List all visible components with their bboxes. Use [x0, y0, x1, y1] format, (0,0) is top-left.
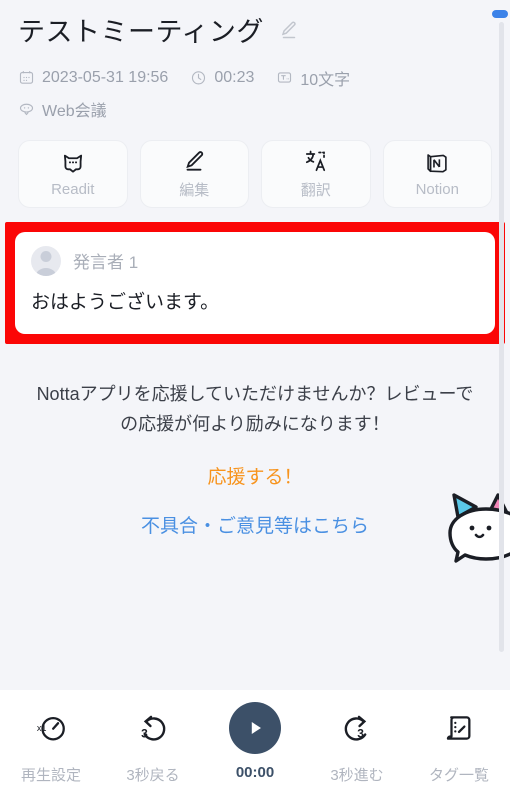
transcript-card[interactable]: 発言者 1 おはようございます。: [15, 231, 495, 335]
translate-button[interactable]: 翻訳: [261, 139, 371, 208]
playback-speed-icon: x1: [34, 704, 68, 752]
title-row: テストミーティング: [18, 16, 492, 50]
feedback-link[interactable]: 不具合・ご意見等はこちら: [36, 511, 474, 538]
transcript-text: おはようございます。: [31, 291, 220, 313]
playback-time: 00:00: [235, 764, 275, 781]
meta-charcount: 10文字: [276, 66, 350, 90]
tag-list-button[interactable]: タグ一覧: [411, 704, 507, 785]
user-avatar-icon: [31, 245, 61, 276]
web-meeting-icon: [18, 100, 35, 117]
forward-3s-label: 3秒進む: [330, 767, 384, 784]
svg-text:3: 3: [141, 726, 148, 740]
edit-button[interactable]: 編集: [139, 139, 249, 208]
meta-duration-text: 00:23: [214, 68, 255, 86]
notion-button[interactable]: Notion: [382, 139, 492, 208]
pencil-edit-icon: [181, 148, 207, 174]
translate-icon: [303, 148, 329, 174]
meta-date: 2023-05-31 19:56: [18, 69, 168, 87]
meta-source-text: Web会議: [42, 102, 107, 120]
content-scroll-area[interactable]: テストミーティング 2023-05-31 19:56 00:23 10文字 We…: [0, 0, 510, 690]
action-button-row: Readit 編集 翻訳 Notion: [0, 128, 510, 222]
playback-speed-button[interactable]: x1 再生設定: [3, 704, 99, 785]
edit-button-label: 編集: [179, 181, 210, 199]
meta-charcount-text: 10文字: [300, 71, 351, 89]
player-toolbar: x1 再生設定 3 3秒戻る 00:00 3 3秒進む タグ一覧: [0, 690, 510, 801]
meta-duration: 00:23: [190, 69, 254, 87]
support-app-link[interactable]: 応援する！: [36, 462, 474, 489]
meta-date-text: 2023-05-31 19:56: [42, 68, 169, 86]
annotation-highlight-box: 発言者 1 おはようございます。: [5, 221, 505, 345]
rewind-3s-button[interactable]: 3 3秒戻る: [105, 704, 201, 785]
header: テストミーティング 2023-05-31 19:56 00:23 10文字 We…: [0, 0, 510, 128]
play-button[interactable]: 00:00: [207, 702, 303, 781]
rewind-3s-label: 3秒戻る: [126, 767, 180, 784]
forward-3s-button[interactable]: 3 3秒進む: [309, 704, 405, 785]
notion-icon: [424, 150, 450, 176]
tag-list-icon: [442, 704, 476, 752]
tag-list-label: タグ一覧: [428, 767, 489, 784]
promo-message: Nottaアプリを応援していただけませんか？レビューでの応援が何より励みになりま…: [36, 384, 474, 435]
cat-face-icon: [60, 150, 86, 176]
calendar-icon: [18, 69, 35, 86]
scrollbar-thumb[interactable]: [492, 10, 508, 18]
app-root: テストミーティング 2023-05-31 19:56 00:23 10文字 We…: [0, 0, 510, 801]
translate-button-label: 翻訳: [300, 181, 331, 199]
text-count-icon: [276, 69, 293, 86]
meta-source: Web会議: [18, 97, 107, 121]
forward-3s-icon: 3: [340, 704, 374, 752]
speaker-row: 発言者 1: [31, 245, 479, 276]
scrollbar-track[interactable]: [499, 22, 504, 652]
svg-text:3: 3: [357, 726, 364, 740]
speaker-name: 発言者 1: [73, 253, 139, 273]
readit-button[interactable]: Readit: [18, 139, 128, 208]
meta-line-1: 2023-05-31 19:56 00:23 10文字: [18, 66, 492, 97]
playback-speed-label: 再生設定: [20, 767, 81, 784]
readit-button-label: Readit: [51, 180, 95, 198]
svg-text:x1: x1: [37, 723, 47, 733]
rewind-3s-icon: 3: [136, 704, 170, 752]
clock-icon: [190, 69, 207, 86]
meta-info: 2023-05-31 19:56 00:23 10文字 Web会議: [18, 66, 492, 128]
meta-line-2: Web会議: [18, 97, 492, 128]
page-title: テストミーティング: [18, 17, 264, 47]
notion-button-label: Notion: [415, 180, 459, 198]
play-icon-wrapper: [229, 702, 281, 754]
pencil-edit-icon[interactable]: [276, 18, 300, 47]
play-icon: [229, 702, 281, 754]
